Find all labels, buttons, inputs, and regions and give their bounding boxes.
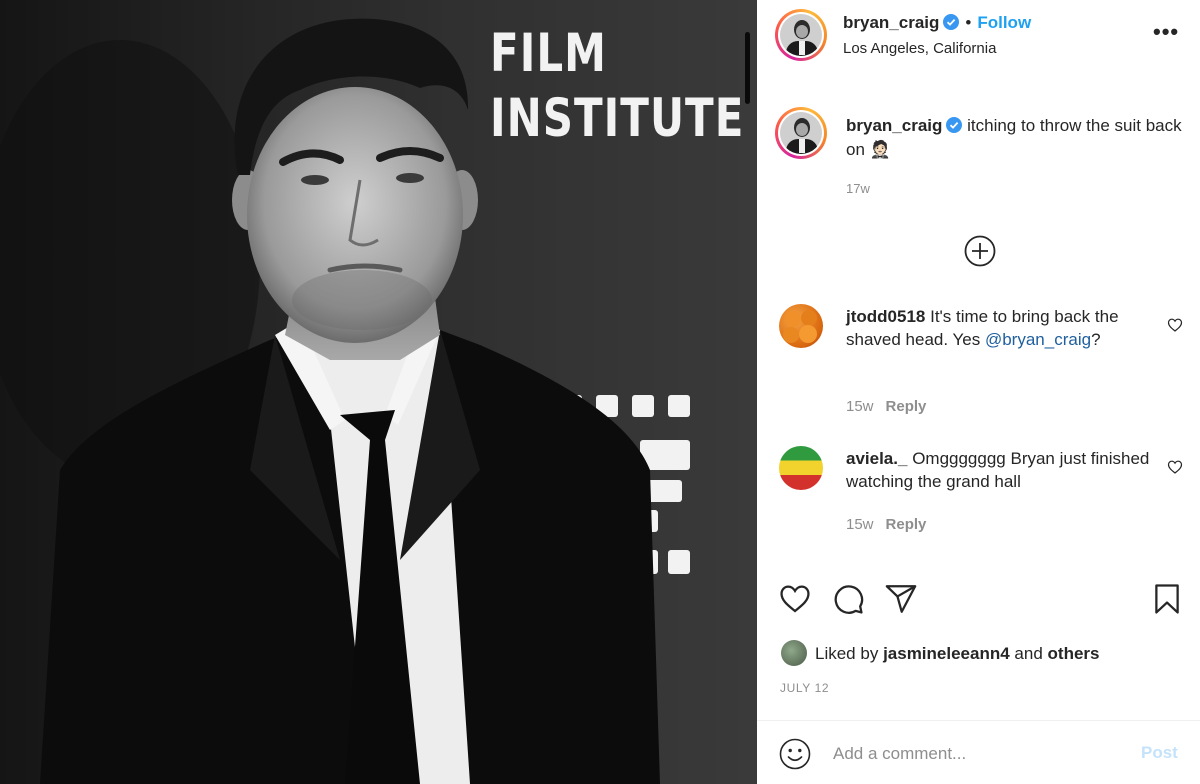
caption-timestamp[interactable]: 17w (846, 181, 870, 196)
author-avatar[interactable] (775, 9, 827, 61)
scrollbar-thumb[interactable] (745, 32, 750, 104)
comment-meta: 15w Reply (846, 398, 926, 415)
likes-others-link[interactable]: others (1048, 644, 1100, 663)
comment-input[interactable] (833, 741, 1133, 767)
comment-meta: 15w Reply (846, 516, 926, 533)
likes-prefix: Liked by (815, 644, 879, 663)
reply-button[interactable]: Reply (886, 516, 927, 533)
reply-button[interactable]: Reply (886, 398, 927, 415)
plus-circle-icon (964, 235, 996, 267)
more-options-button[interactable]: ••• (1153, 19, 1180, 44)
follow-button[interactable]: Follow (977, 13, 1031, 32)
comment-timestamp[interactable]: 15w (846, 516, 874, 533)
post-caption: bryan_craig itching to throw the suit ba… (846, 114, 1190, 162)
verified-badge-icon (943, 14, 960, 30)
post-comment-button[interactable]: Post (1141, 743, 1178, 763)
comment-like-button[interactable] (1167, 317, 1183, 333)
comment-username[interactable]: aviela._ (846, 449, 907, 468)
liker-avatar[interactable] (781, 640, 807, 666)
sign-text-film: FILM (490, 22, 607, 84)
separator-dot: • (965, 13, 972, 32)
post-photo[interactable]: FILM INSTITUTE (0, 0, 757, 784)
add-comment-bar: Post (757, 720, 1200, 784)
paper-plane-icon (885, 585, 917, 613)
ellipsis-icon: ••• (1153, 19, 1180, 44)
post-location[interactable]: Los Angeles, California (843, 40, 996, 57)
commenter-avatar[interactable] (779, 446, 823, 490)
post-side-panel: bryan_craig • Follow Los Angeles, Californ… (757, 0, 1200, 784)
verified-badge-icon (946, 117, 963, 133)
caption-emoji: 🤵🏻 (869, 140, 891, 159)
comment-timestamp[interactable]: 15w (846, 398, 874, 415)
comment-like-button[interactable] (1167, 459, 1183, 475)
share-button[interactable] (884, 582, 918, 616)
save-button[interactable] (1150, 582, 1184, 616)
author-username[interactable]: bryan_craig (843, 13, 939, 32)
heart-icon (1167, 318, 1183, 332)
comment-button[interactable] (831, 582, 865, 616)
post-header: bryan_craig • Follow (843, 13, 1031, 33)
likes-and: and (1014, 644, 1043, 663)
load-more-comments-button[interactable] (964, 235, 996, 267)
comment-suffix: ? (1091, 330, 1101, 349)
post-date[interactable]: JULY 12 (780, 681, 829, 695)
smiley-icon (779, 738, 811, 770)
commenter-avatar[interactable] (779, 304, 823, 348)
emoji-picker-button[interactable] (779, 738, 811, 770)
bookmark-icon (1155, 584, 1179, 614)
heart-icon (1167, 460, 1183, 474)
like-button[interactable] (778, 582, 812, 616)
comment-bubble-icon (834, 585, 864, 614)
caption-username[interactable]: bryan_craig (846, 116, 942, 135)
heart-icon (780, 585, 810, 613)
caption-avatar[interactable] (775, 107, 827, 159)
sign-text-institute: INSTITUTE (490, 87, 745, 149)
likes-summary: Liked by jasmineleeann4 and others (781, 640, 1100, 666)
comment-username[interactable]: jtodd0518 (846, 307, 925, 326)
comment-item: aviela._ Omggggggg Bryan just finished w… (846, 447, 1156, 493)
comment-mention[interactable]: @bryan_craig (985, 330, 1091, 349)
liker-username[interactable]: jasmineleeann4 (883, 644, 1010, 663)
comment-item: jtodd0518 It's time to bring back the sh… (846, 305, 1156, 351)
